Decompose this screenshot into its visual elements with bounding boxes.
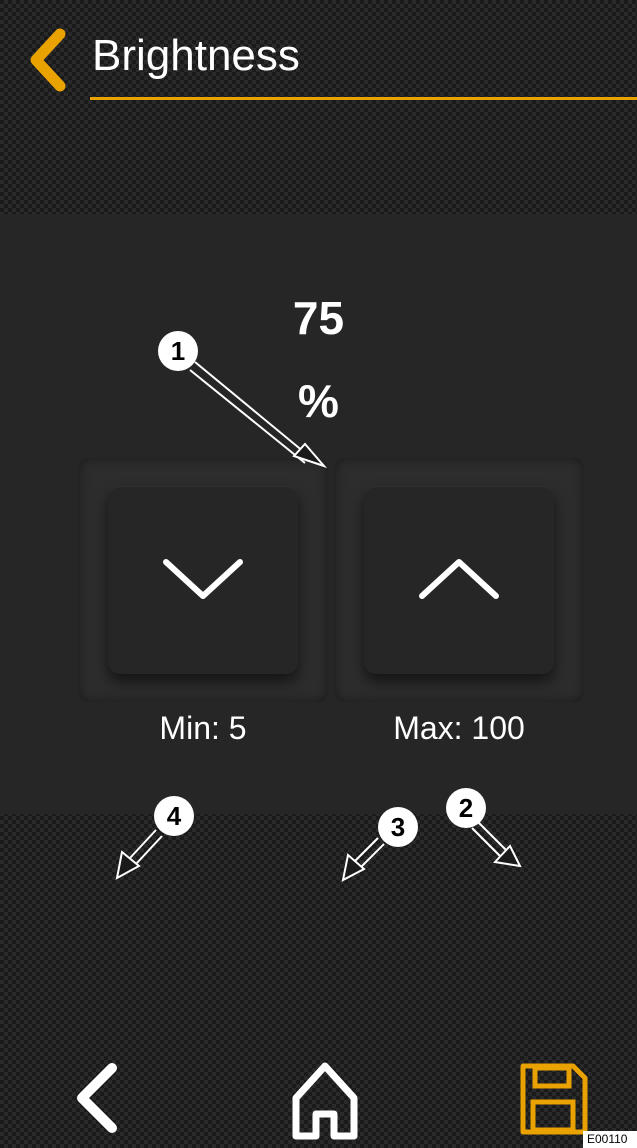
- min-label: Min: 5: [159, 710, 247, 746]
- callout-marker: 3: [378, 807, 418, 847]
- callout-marker: 4: [154, 796, 194, 836]
- brightness-unit: %: [298, 375, 339, 427]
- callout-marker: 2: [446, 788, 486, 828]
- max-label: Max: 100: [393, 710, 525, 746]
- nav-back-icon[interactable]: [68, 1060, 128, 1136]
- callout-marker: 1: [158, 331, 198, 371]
- brightness-value: 75: [292, 292, 345, 344]
- increase-brightness-button[interactable]: [334, 458, 584, 702]
- chevron-up-icon: [419, 559, 499, 599]
- page-title: Brightness: [92, 31, 300, 80]
- decrease-button-face[interactable]: [108, 486, 298, 674]
- home-icon[interactable]: [288, 1058, 362, 1142]
- back-chevron-icon[interactable]: [26, 28, 70, 92]
- chevron-down-icon: [163, 559, 243, 599]
- increase-button-face[interactable]: [364, 486, 554, 674]
- title-underline: [90, 97, 637, 100]
- save-icon[interactable]: [515, 1058, 591, 1138]
- figure-code: E00110: [583, 1131, 637, 1148]
- decrease-brightness-button[interactable]: [78, 458, 328, 702]
